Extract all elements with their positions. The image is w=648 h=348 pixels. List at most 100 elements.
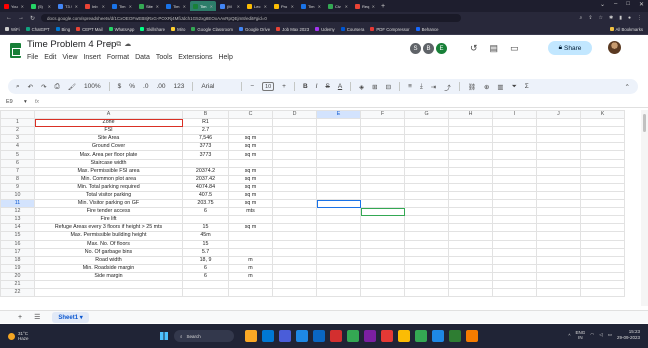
number-format-button[interactable]: 123 bbox=[174, 83, 185, 90]
cell-parameter[interactable]: FSI bbox=[34, 126, 183, 136]
wifi-icon[interactable]: ◠ bbox=[590, 332, 594, 338]
cell-empty[interactable] bbox=[492, 150, 537, 160]
cell-empty[interactable] bbox=[448, 247, 493, 257]
cell-unit[interactable] bbox=[228, 215, 273, 225]
cell-parameter[interactable]: Min. Common plot area bbox=[34, 174, 183, 184]
cell-empty[interactable] bbox=[360, 255, 405, 265]
cell-unit[interactable]: sq m bbox=[228, 142, 273, 152]
clock[interactable]: 15:23 29-09-2023 bbox=[617, 329, 640, 341]
cell-empty[interactable] bbox=[492, 158, 537, 168]
cell-empty[interactable] bbox=[536, 134, 581, 144]
cell-value[interactable] bbox=[182, 215, 229, 225]
cell-empty[interactable] bbox=[272, 215, 317, 225]
cell-empty[interactable] bbox=[272, 118, 317, 128]
row-header[interactable]: 9 bbox=[0, 182, 35, 192]
sheets-logo-icon[interactable] bbox=[10, 43, 21, 58]
cell-empty[interactable] bbox=[316, 158, 361, 168]
cell-empty[interactable] bbox=[580, 158, 625, 168]
cell-value[interactable]: 15 bbox=[182, 239, 229, 249]
cell-table[interactable]: ABCDEFGHIJK 1 Zone R1 2 FSI 2.7 3 Site Area 7,54… bbox=[0, 110, 625, 298]
taskbar-app-icon[interactable] bbox=[245, 330, 257, 342]
cell-empty[interactable] bbox=[492, 263, 537, 273]
taskbar-app-icon[interactable] bbox=[466, 330, 478, 342]
tab-close-icon[interactable]: ✕ bbox=[210, 4, 213, 9]
cell-parameter[interactable]: Max. No. Of floors bbox=[34, 239, 183, 249]
cell-unit[interactable] bbox=[228, 118, 273, 128]
cell-empty[interactable] bbox=[404, 134, 449, 144]
row-header[interactable]: 18 bbox=[0, 255, 35, 265]
cell-empty[interactable] bbox=[272, 247, 317, 257]
cell-value[interactable]: 15 bbox=[182, 223, 229, 233]
row-header[interactable]: 12 bbox=[0, 207, 35, 217]
cell-value[interactable]: 6 bbox=[182, 271, 229, 281]
zoom-select[interactable]: 100% bbox=[84, 83, 101, 90]
cell-value[interactable]: 203.75 bbox=[182, 199, 229, 209]
cell-empty[interactable] bbox=[404, 199, 449, 209]
row-header[interactable]: 21 bbox=[0, 279, 35, 290]
cell-parameter[interactable]: Site Area bbox=[34, 134, 183, 144]
menu-extensions[interactable]: Extensions bbox=[178, 54, 212, 61]
cell-empty[interactable] bbox=[404, 150, 449, 160]
sheet-tab-active[interactable]: Sheet1 ▾ bbox=[52, 311, 89, 323]
cell-parameter[interactable]: Max. Permissible building height bbox=[34, 231, 183, 241]
bookmark-item[interactable]: CEPT Mail bbox=[76, 27, 103, 32]
tab-close-icon[interactable]: ✕ bbox=[21, 4, 24, 9]
add-sheet-button[interactable]: + bbox=[18, 314, 22, 321]
windows-start-icon[interactable] bbox=[160, 332, 168, 340]
cell-empty[interactable] bbox=[360, 199, 405, 209]
cell-empty[interactable] bbox=[272, 239, 317, 249]
cell-empty[interactable] bbox=[272, 190, 317, 201]
font-size-input[interactable]: 10 bbox=[262, 82, 275, 91]
column-header[interactable]: B bbox=[182, 110, 229, 120]
sidepanel-icon[interactable]: ▮ bbox=[619, 15, 622, 21]
cell-unit[interactable]: mts bbox=[228, 207, 273, 217]
cell-unit[interactable]: sq m bbox=[228, 134, 273, 144]
window-close-button[interactable]: ✕ bbox=[639, 1, 644, 8]
cell-empty[interactable] bbox=[448, 118, 493, 128]
cell-value[interactable]: 2.7 bbox=[182, 126, 229, 136]
cell-empty[interactable] bbox=[536, 190, 581, 201]
window-minimize-button[interactable]: ⌄ bbox=[600, 1, 605, 8]
cell-unit[interactable] bbox=[228, 126, 273, 136]
cell-empty[interactable] bbox=[492, 174, 537, 184]
vertical-align-icon[interactable]: ⤓ bbox=[420, 83, 423, 91]
cell-empty[interactable] bbox=[316, 182, 361, 192]
cell-empty[interactable] bbox=[492, 247, 537, 257]
cell-empty[interactable] bbox=[404, 158, 449, 168]
cell-unit[interactable] bbox=[228, 288, 273, 298]
insert-link-icon[interactable]: ⛓ bbox=[468, 83, 476, 91]
search-menus-icon[interactable]: ⌕ bbox=[16, 83, 20, 91]
tab-close-icon[interactable]: ✕ bbox=[129, 4, 132, 9]
cell-parameter[interactable]: Road width bbox=[34, 255, 183, 265]
cell-empty[interactable] bbox=[580, 288, 625, 298]
cell-empty[interactable] bbox=[360, 118, 405, 128]
cell-empty[interactable] bbox=[492, 239, 537, 249]
cell-empty[interactable] bbox=[536, 150, 581, 160]
cell-empty[interactable] bbox=[448, 263, 493, 273]
cell-unit[interactable]: sq m bbox=[228, 223, 273, 233]
insert-comment-icon[interactable]: ⊕ bbox=[484, 83, 489, 91]
cell-unit[interactable] bbox=[228, 158, 273, 168]
row-header[interactable]: 8 bbox=[0, 174, 35, 184]
cell-empty[interactable] bbox=[536, 239, 581, 249]
cell-empty[interactable] bbox=[360, 166, 405, 176]
cell-empty[interactable] bbox=[492, 223, 537, 233]
cell-empty[interactable] bbox=[404, 182, 449, 192]
row-header[interactable]: 17 bbox=[0, 247, 35, 257]
cell-parameter[interactable]: Fire tender access bbox=[34, 207, 183, 217]
meet-icon[interactable]: ▭ bbox=[510, 43, 519, 54]
tab-close-icon[interactable]: ✕ bbox=[156, 4, 159, 9]
cell-empty[interactable] bbox=[360, 239, 405, 249]
cell-empty[interactable] bbox=[448, 255, 493, 265]
cell-unit[interactable] bbox=[228, 231, 273, 241]
cell-empty[interactable] bbox=[404, 126, 449, 136]
horizontal-align-icon[interactable]: ≡ bbox=[408, 83, 412, 90]
font-family-select[interactable]: Arial bbox=[201, 83, 233, 90]
browser-tab[interactable]: Req ✕ bbox=[352, 1, 378, 11]
browser-tab[interactable]: (M ✕ bbox=[217, 1, 243, 11]
row-header[interactable]: 1 bbox=[0, 118, 35, 128]
row-header[interactable]: 22 bbox=[0, 288, 35, 298]
row-header[interactable]: 4 bbox=[0, 142, 35, 152]
undo-icon[interactable]: ↶ bbox=[28, 83, 33, 91]
browser-tab[interactable]: Inb ✕ bbox=[82, 1, 108, 11]
